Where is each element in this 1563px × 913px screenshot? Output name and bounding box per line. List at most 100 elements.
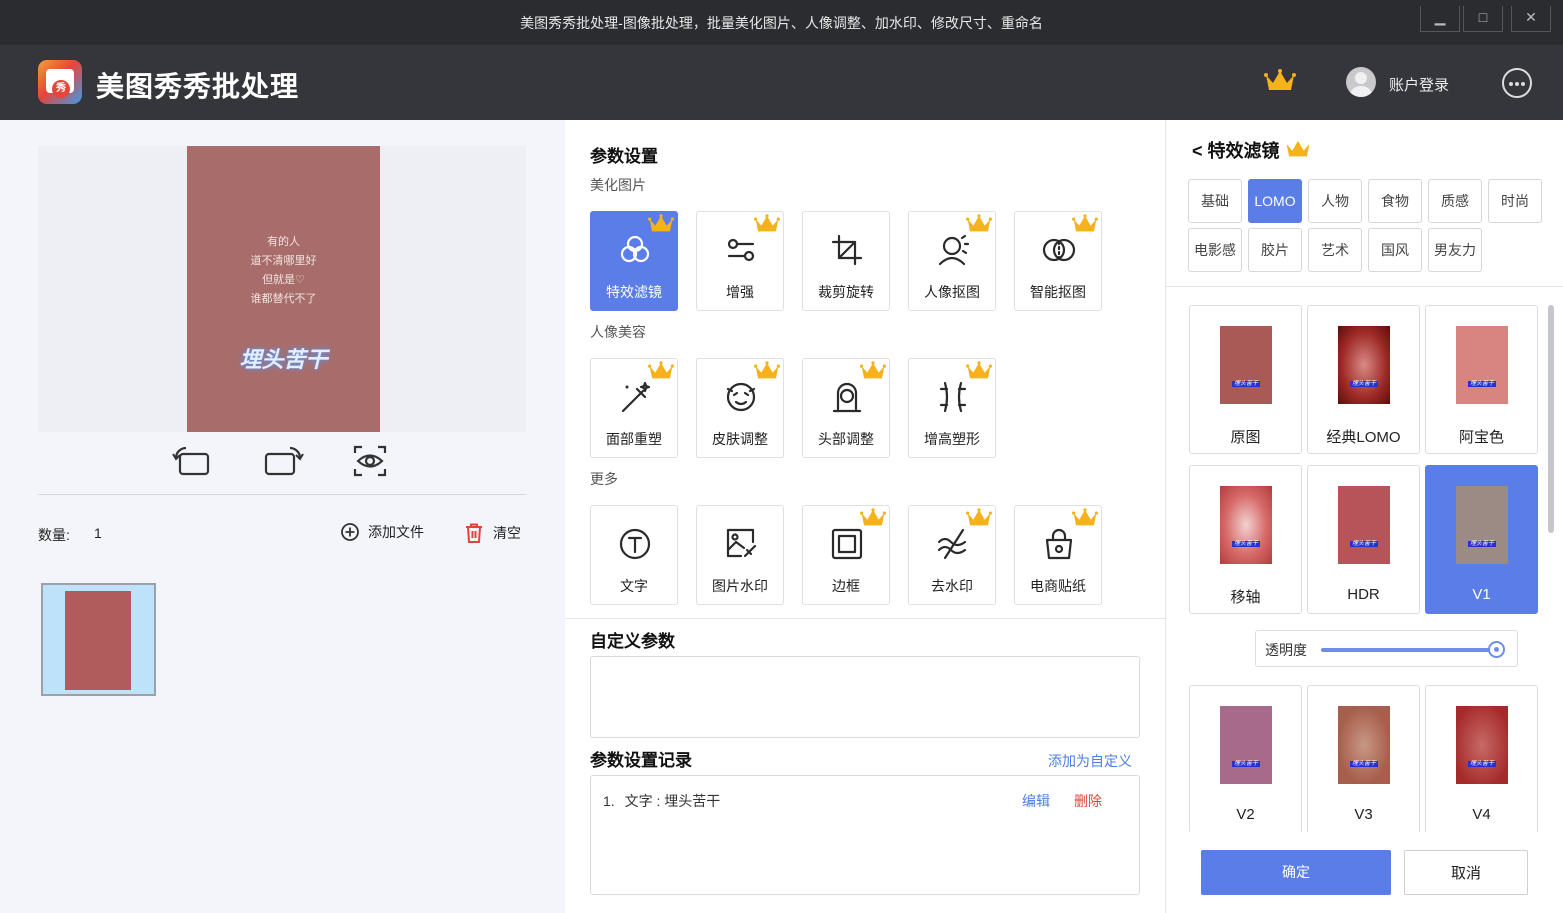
tool-label: 电商贴纸 bbox=[1030, 578, 1086, 594]
opacity-handle[interactable] bbox=[1488, 641, 1506, 658]
category-tab[interactable]: 艺术 bbox=[1308, 228, 1362, 272]
filter-label: 原图 bbox=[1230, 429, 1261, 446]
filter-label: V2 bbox=[1236, 806, 1255, 823]
poster-text: 有的人 道不清哪里好 但就是♡ 谁都替代不了 bbox=[187, 232, 380, 308]
filter-preview-text: 埋头苦干 bbox=[1467, 761, 1496, 767]
maximize-button[interactable]: □ bbox=[1463, 6, 1503, 32]
category-tab[interactable]: 男友力 bbox=[1428, 228, 1482, 272]
tool-skin-adjust[interactable]: 皮肤调整 bbox=[696, 358, 784, 458]
category-tab[interactable]: 人物 bbox=[1308, 179, 1362, 223]
filter-scrollbar[interactable] bbox=[1548, 305, 1554, 533]
tool-head-adjust[interactable]: 头部调整 bbox=[802, 358, 890, 458]
user-avatar[interactable] bbox=[1346, 67, 1376, 97]
face-reshape-icon bbox=[621, 381, 651, 413]
confirm-button[interactable]: 确定 bbox=[1201, 850, 1391, 895]
sticker-icon bbox=[1045, 528, 1073, 560]
tool-text[interactable]: 文字 bbox=[590, 505, 678, 605]
tool-label: 边框 bbox=[832, 578, 860, 594]
more-menu-icon[interactable] bbox=[1502, 68, 1532, 98]
vip-badge bbox=[860, 508, 886, 531]
opacity-track[interactable] bbox=[1321, 648, 1501, 652]
filter-label: 移轴 bbox=[1230, 589, 1261, 606]
tool-face-reshape[interactable]: 面部重塑 bbox=[590, 358, 678, 458]
tool-filter[interactable]: 特效滤镜 bbox=[590, 211, 678, 311]
filter-label: HDR bbox=[1347, 586, 1380, 603]
category-tab[interactable]: LOMO bbox=[1248, 179, 1302, 223]
tool-enhance[interactable]: 增强 bbox=[696, 211, 784, 311]
category-tab[interactable]: 食物 bbox=[1368, 179, 1422, 223]
crown-icon bbox=[966, 508, 992, 526]
tool-smart-cutout[interactable]: 智能抠图 bbox=[1014, 211, 1102, 311]
tool-sticker[interactable]: 电商贴纸 bbox=[1014, 505, 1102, 605]
filter-preview: 埋头苦干 bbox=[1338, 706, 1390, 784]
preview-panel: 有的人 道不清哪里好 但就是♡ 谁都替代不了 埋头苦干 数量: 1 添加文件 清空 bbox=[0, 120, 565, 913]
login-link[interactable]: 账户登录 bbox=[1389, 74, 1449, 95]
filter-card[interactable]: 埋头苦干 原图 bbox=[1189, 305, 1302, 454]
category-tab[interactable]: 电影感 bbox=[1188, 228, 1242, 272]
clear-button[interactable]: 清空 bbox=[463, 522, 521, 544]
preview-eye-icon[interactable] bbox=[353, 444, 387, 478]
vip-badge bbox=[966, 214, 992, 237]
add-file-label: 添加文件 bbox=[368, 524, 424, 540]
tool-body-shape[interactable]: 增高塑形 bbox=[908, 358, 996, 458]
filter-card[interactable]: 埋头苦干 V4 bbox=[1425, 685, 1538, 832]
cancel-button[interactable]: 取消 bbox=[1404, 850, 1528, 895]
category-tab[interactable]: 时尚 bbox=[1488, 179, 1542, 223]
filter-back-button[interactable]: < 特效滤镜 bbox=[1192, 137, 1311, 163]
filter-grid: 透明度 埋头苦干 原图 埋头苦干 经典LOMO 埋头苦干 阿宝色 埋头苦干 移轴 埋头苦干 HDR… bbox=[1166, 287, 1563, 832]
custom-parameters-box[interactable] bbox=[590, 656, 1140, 738]
minimize-button[interactable]: ▁ bbox=[1420, 6, 1460, 32]
filter-preview-text: 埋头苦干 bbox=[1467, 541, 1496, 547]
tool-border[interactable]: 边框 bbox=[802, 505, 890, 605]
tool-crop[interactable]: 裁剪旋转 bbox=[802, 211, 890, 311]
opacity-slider[interactable]: 透明度 bbox=[1255, 630, 1518, 667]
add-file-button[interactable]: 添加文件 bbox=[340, 522, 424, 542]
filter-card[interactable]: 埋头苦干 V1 bbox=[1425, 465, 1538, 614]
filter-preview: 埋头苦干 bbox=[1456, 326, 1508, 404]
rotate-right-icon[interactable] bbox=[264, 444, 304, 478]
record-edit-link[interactable]: 编辑 bbox=[1022, 791, 1050, 811]
filter-card[interactable]: 埋头苦干 经典LOMO bbox=[1307, 305, 1420, 454]
tool-portrait-cutout[interactable]: 人像抠图 bbox=[908, 211, 996, 311]
filter-preview-text: 埋头苦干 bbox=[1231, 381, 1260, 387]
count-value: 1 bbox=[94, 525, 102, 541]
text-icon bbox=[619, 528, 651, 560]
filter-preview: 埋头苦干 bbox=[1220, 706, 1272, 784]
record-delete-link[interactable]: 删除 bbox=[1074, 791, 1102, 811]
filter-preview: 埋头苦干 bbox=[1338, 486, 1390, 564]
filter-card[interactable]: 埋头苦干 阿宝色 bbox=[1425, 305, 1538, 454]
category-tab[interactable]: 国风 bbox=[1368, 228, 1422, 272]
crown-icon bbox=[1286, 140, 1309, 157]
crown-icon bbox=[966, 361, 992, 379]
parameter-panel: 参数设置 美化图片 特效滤镜 增强 裁剪旋转 人像抠图 智能抠图 人像美容 面部重塑 皮肤调整 头… bbox=[565, 120, 1165, 913]
category-tab[interactable]: 胶片 bbox=[1248, 228, 1302, 272]
crown-icon bbox=[1072, 214, 1098, 232]
vip-crown-icon[interactable] bbox=[1264, 69, 1296, 93]
opacity-label: 透明度 bbox=[1265, 642, 1307, 658]
image-watermark-icon bbox=[726, 528, 757, 558]
window-titlebar: 美图秀秀批处理-图像批处理，批量美化图片、人像调整、加水印、修改尺寸、重命名 ▁… bbox=[0, 0, 1563, 45]
filter-card[interactable]: 埋头苦干 V2 bbox=[1189, 685, 1302, 832]
tool-remove-watermark[interactable]: 去水印 bbox=[908, 505, 996, 605]
trash-icon bbox=[466, 523, 482, 543]
preview-image: 有的人 道不清哪里好 但就是♡ 谁都替代不了 埋头苦干 bbox=[187, 146, 380, 432]
filter-card[interactable]: 埋头苦干 V3 bbox=[1307, 685, 1420, 832]
filter-card[interactable]: 埋头苦干 移轴 bbox=[1189, 465, 1302, 614]
group-label: 人像美容 bbox=[590, 324, 646, 340]
filter-panel: < 特效滤镜 基础 LOMO 人物 食物 质感 时尚电影感 胶片 艺术 国风 男友力 透明度 埋头… bbox=[1165, 120, 1563, 913]
close-button[interactable]: ✕ bbox=[1511, 6, 1551, 32]
category-tab[interactable]: 基础 bbox=[1188, 179, 1242, 223]
category-tab[interactable]: 质感 bbox=[1428, 179, 1482, 223]
portrait-cutout-icon bbox=[938, 234, 970, 266]
vip-badge bbox=[860, 361, 886, 384]
file-thumbnail[interactable] bbox=[41, 583, 156, 696]
filter-preview-text: 埋头苦干 bbox=[1349, 761, 1378, 767]
tool-label: 人像抠图 bbox=[924, 284, 980, 300]
group-label: 美化图片 bbox=[590, 177, 646, 193]
filter-label: V4 bbox=[1472, 806, 1491, 823]
add-as-custom-link[interactable]: 添加为自定义 bbox=[1048, 751, 1132, 771]
crown-icon bbox=[1072, 508, 1098, 526]
tool-image-watermark[interactable]: 图片水印 bbox=[696, 505, 784, 605]
filter-card[interactable]: 埋头苦干 HDR bbox=[1307, 465, 1420, 614]
rotate-left-icon[interactable] bbox=[172, 444, 212, 478]
